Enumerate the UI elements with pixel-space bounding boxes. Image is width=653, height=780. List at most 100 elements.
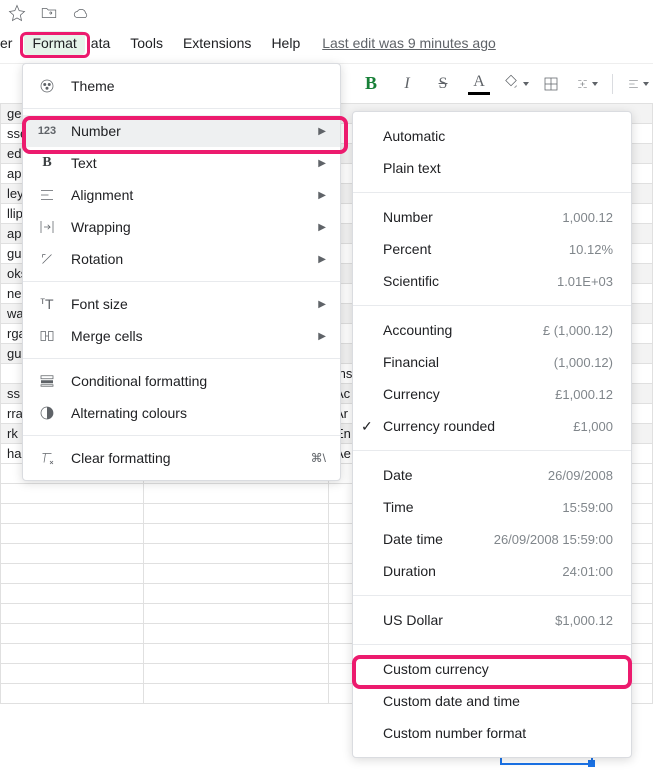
menu-clear-formatting[interactable]: Clear formatting ⌘\ <box>23 442 340 474</box>
submenu-arrow-icon: ▶ <box>318 158 326 169</box>
menu-merge-label: Merge cells <box>71 328 304 344</box>
cell[interactable] <box>1 684 144 704</box>
menu-number[interactable]: 123 Number ▶ <box>23 115 340 147</box>
menu-wrapping[interactable]: Wrapping ▶ <box>23 211 340 243</box>
submenu-arrow-icon: ▶ <box>318 299 326 310</box>
wrapping-icon <box>37 218 57 236</box>
fmt-custom-currency[interactable]: Custom currency <box>353 653 631 685</box>
cell[interactable] <box>144 484 329 504</box>
check-icon: ✓ <box>361 418 373 435</box>
number-icon: 123 <box>37 125 57 137</box>
fmt-accounting[interactable]: Accounting£ (1,000.12) <box>353 314 631 346</box>
cell[interactable] <box>1 484 144 504</box>
strikethrough-button[interactable]: S <box>432 73 454 95</box>
menu-extensions[interactable]: Extensions <box>175 31 259 55</box>
menu-wrapping-label: Wrapping <box>71 219 304 235</box>
fmt-time[interactable]: Time15:59:00 <box>353 491 631 523</box>
fmt-usdollar[interactable]: US Dollar$1,000.12 <box>353 604 631 636</box>
cell[interactable] <box>144 664 329 684</box>
menu-format[interactable]: Format <box>24 31 84 55</box>
cell[interactable] <box>144 524 329 544</box>
menu-font-size-label: Font size <box>71 296 304 312</box>
number-format-submenu: Automatic Plain text Number1,000.12 Perc… <box>352 111 632 758</box>
horizontal-align-button[interactable] <box>627 73 649 95</box>
cell[interactable] <box>144 584 329 604</box>
cell[interactable] <box>144 684 329 704</box>
menu-merge-cells[interactable]: Merge cells ▶ <box>23 320 340 352</box>
menu-tools[interactable]: Tools <box>122 31 171 55</box>
fmt-currency[interactable]: Currency£1,000.12 <box>353 378 631 410</box>
menu-text-label: Text <box>71 155 304 171</box>
cell[interactable] <box>1 644 144 664</box>
font-size-icon: тT <box>37 296 57 312</box>
bold-button[interactable]: B <box>360 73 382 95</box>
format-dropdown: Theme 123 Number ▶ B Text ▶ Alignment ▶ … <box>22 63 341 481</box>
fmt-currency-rounded[interactable]: ✓Currency rounded£1,000 <box>353 410 631 442</box>
fmt-scientific[interactable]: Scientific1.01E+03 <box>353 265 631 297</box>
fmt-number[interactable]: Number1,000.12 <box>353 201 631 233</box>
cell[interactable] <box>1 504 144 524</box>
menu-help[interactable]: Help <box>263 31 308 55</box>
menu-text[interactable]: B Text ▶ <box>23 147 340 179</box>
cloud-icon[interactable] <box>72 4 90 25</box>
menu-alignment[interactable]: Alignment ▶ <box>23 179 340 211</box>
menu-partial-left: er <box>0 31 20 55</box>
fmt-percent[interactable]: Percent10.12% <box>353 233 631 265</box>
merge-button[interactable] <box>576 73 598 95</box>
cell[interactable] <box>144 544 329 564</box>
borders-button[interactable] <box>540 73 562 95</box>
fmt-automatic[interactable]: Automatic <box>353 120 631 152</box>
menu-number-label: Number <box>71 123 304 139</box>
fmt-financial[interactable]: Financial(1,000.12) <box>353 346 631 378</box>
cell[interactable] <box>144 504 329 524</box>
alignment-icon <box>37 186 57 204</box>
cell[interactable] <box>1 544 144 564</box>
menu-alternating-label: Alternating colours <box>71 405 326 421</box>
menu-theme[interactable]: Theme <box>23 70 340 102</box>
menu-rotation-label: Rotation <box>71 251 304 267</box>
menu-theme-label: Theme <box>71 78 326 94</box>
text-color-button[interactable]: A <box>468 73 490 95</box>
menu-bar: er Format ata Tools Extensions Help Last… <box>0 25 653 64</box>
cell[interactable] <box>1 604 144 624</box>
menu-data-partial[interactable]: ata <box>89 31 118 55</box>
submenu-arrow-icon: ▶ <box>318 254 326 265</box>
cell[interactable] <box>1 524 144 544</box>
fmt-datetime[interactable]: Date time26/09/2008 15:59:00 <box>353 523 631 555</box>
fill-color-button[interactable] <box>504 73 526 95</box>
folder-move-icon[interactable] <box>40 4 58 25</box>
menu-rotation[interactable]: Rotation ▶ <box>23 243 340 275</box>
fill-handle[interactable] <box>588 760 595 767</box>
fmt-duration[interactable]: Duration24:01:00 <box>353 555 631 587</box>
text-bold-icon: B <box>37 155 57 171</box>
menu-clear-label: Clear formatting <box>71 450 297 466</box>
fmt-custom-datetime[interactable]: Custom date and time <box>353 685 631 717</box>
cell[interactable] <box>144 564 329 584</box>
cell[interactable] <box>1 584 144 604</box>
fmt-plain-text[interactable]: Plain text <box>353 152 631 184</box>
fmt-date[interactable]: Date26/09/2008 <box>353 459 631 491</box>
submenu-arrow-icon: ▶ <box>318 331 326 342</box>
cell[interactable] <box>144 644 329 664</box>
menu-alternating-colours[interactable]: Alternating colours <box>23 397 340 429</box>
doc-header-icons <box>0 0 653 25</box>
submenu-arrow-icon: ▶ <box>318 190 326 201</box>
last-edit-link[interactable]: Last edit was 9 minutes ago <box>322 35 496 51</box>
star-icon[interactable] <box>8 4 26 25</box>
menu-font-size[interactable]: тT Font size ▶ <box>23 288 340 320</box>
fmt-custom-number[interactable]: Custom number format <box>353 717 631 749</box>
cell[interactable] <box>144 604 329 624</box>
cell[interactable] <box>144 624 329 644</box>
cell[interactable] <box>1 624 144 644</box>
menu-alignment-label: Alignment <box>71 187 304 203</box>
clear-format-icon <box>37 449 57 467</box>
submenu-arrow-icon: ▶ <box>318 222 326 233</box>
menu-conditional-formatting[interactable]: Conditional formatting <box>23 365 340 397</box>
italic-button[interactable]: I <box>396 73 418 95</box>
alternating-icon <box>37 404 57 422</box>
cell[interactable] <box>1 664 144 684</box>
merge-cells-icon <box>37 327 57 345</box>
conditional-icon <box>37 372 57 390</box>
theme-icon <box>37 77 57 95</box>
cell[interactable] <box>1 564 144 584</box>
